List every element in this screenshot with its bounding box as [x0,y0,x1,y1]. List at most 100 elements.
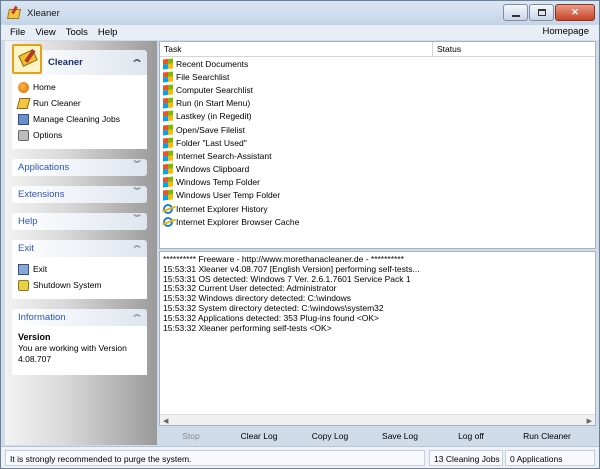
task-row[interactable]: Windows Temp Folder [160,176,595,189]
cleaner-panel-header[interactable]: Cleaner ︽ [12,44,147,75]
sidebar-item-home[interactable]: Home [18,79,141,95]
task-row[interactable]: Windows Clipboard [160,163,595,176]
horizontal-scrollbar[interactable]: ◀ ▶ [160,414,595,425]
maximize-icon [537,9,546,16]
chevron-up-icon[interactable]: ︽ [133,242,141,253]
windows-icon [163,58,173,70]
close-button[interactable]: ✕ [555,4,595,21]
task-name: Open/Save Filelist [176,124,245,135]
maximize-button[interactable] [529,4,554,21]
windows-icon [163,176,173,188]
column-header-status[interactable]: Status [433,42,593,56]
task-row[interactable]: Internet Explorer Browser Cache [160,215,595,228]
task-name: Internet Explorer Browser Cache [176,216,300,227]
task-row[interactable]: Lastkey (in Regedit) [160,110,595,123]
chevron-up-icon[interactable]: ︽ [133,56,141,67]
close-icon: ✕ [571,7,579,17]
sidebar-item-run-cleaner[interactable]: Run Cleaner [16,95,141,111]
stop-button[interactable]: Stop [159,431,223,441]
sidebar-item-options[interactable]: Options [18,127,141,143]
task-name: Lastkey (in Regedit) [176,111,252,122]
task-row[interactable]: Windows User Temp Folder [160,189,595,202]
sidebar: Cleaner ︽ Home Run Cleaner Manage Cleani… [5,41,157,445]
task-row[interactable]: Recent Documents [160,57,595,70]
log-lines: ********** Freeware - http://www.moretha… [160,252,595,333]
log-off-button[interactable]: Log off [435,431,507,441]
task-name: Internet Search-Assistant [176,150,272,161]
help-panel: Help ︾ [12,213,147,230]
save-log-button[interactable]: Save Log [365,431,435,441]
task-list-header: Task Status [160,42,595,57]
help-panel-header[interactable]: Help ︾ [12,213,147,230]
windows-icon [163,137,173,149]
windows-icon [163,97,173,109]
menu-view[interactable]: View [30,27,60,38]
information-panel-body: Version You are working with Version 4.0… [12,326,147,375]
menu-file[interactable]: File [1,27,30,38]
extensions-panel-header[interactable]: Extensions ︾ [12,186,147,203]
task-row[interactable]: Internet Search-Assistant [160,149,595,162]
windows-icon [163,110,173,122]
task-name: Recent Documents [176,58,249,69]
menu-tools[interactable]: Tools [61,27,93,38]
column-header-task[interactable]: Task [160,42,433,56]
app-window: Xleaner ✕ File View Tools Help Homepage … [0,0,600,469]
task-name: Folder "Last Used" [176,137,247,148]
applications-panel-header[interactable]: Applications ︾ [12,159,147,176]
chevron-down-icon[interactable]: ︾ [133,215,141,226]
chevron-down-icon[interactable]: ︾ [133,161,141,172]
cleaner-panel-title: Cleaner [48,57,83,68]
exit-icon [18,263,29,275]
chevron-down-icon[interactable]: ︾ [133,188,141,199]
scroll-left-icon[interactable]: ◀ [163,417,168,425]
windows-icon [163,124,173,136]
homepage-link[interactable]: Homepage [543,26,589,37]
sidebar-item-shutdown[interactable]: Shutdown System [18,277,141,293]
version-heading: Version [18,332,51,342]
task-name: Computer Searchlist [176,84,254,95]
task-row[interactable]: Folder "Last Used" [160,136,595,149]
task-name: Windows User Temp Folder [176,190,281,201]
task-row[interactable]: Open/Save Filelist [160,123,595,136]
task-name: Run (in Start Menu) [176,98,251,109]
task-row[interactable]: Run (in Start Menu) [160,97,595,110]
menu-bar: File View Tools Help Homepage [1,25,599,40]
exit-panel-header[interactable]: Exit ︽ [12,240,147,257]
sidebar-item-label: Exit [33,264,48,274]
chevron-up-icon[interactable]: ︽ [133,311,141,322]
task-row[interactable]: File Searchlist [160,70,595,83]
sidebar-item-label: Manage Cleaning Jobs [33,114,120,124]
minimize-button[interactable] [503,4,528,21]
task-list: Task Status Recent Documents File Searchl… [159,41,596,249]
sidebar-item-manage-jobs[interactable]: Manage Cleaning Jobs [18,111,141,127]
extensions-panel: Extensions ︾ [12,186,147,203]
ie-icon [163,216,173,227]
exit-panel-title: Exit [18,243,34,254]
status-bar: It is strongly recommended to purge the … [1,446,599,468]
title-bar[interactable]: Xleaner ✕ [1,1,599,25]
task-name: Windows Clipboard [176,164,250,175]
applications-panel: Applications ︾ [12,159,147,176]
sidebar-item-label: Shutdown System [33,280,102,290]
run-cleaner-button[interactable]: Run Cleaner [507,431,587,441]
scroll-right-icon[interactable]: ▶ [587,417,592,425]
task-row[interactable]: Internet Explorer History [160,202,595,215]
action-bar: Stop Clear Log Copy Log Save Log Log off… [159,428,596,444]
task-row[interactable]: Computer Searchlist [160,83,595,96]
version-number: 4.08.707 [18,354,52,364]
task-name: Internet Explorer History [176,203,268,214]
shutdown-icon [18,279,29,291]
sidebar-item-exit[interactable]: Exit [18,261,141,277]
menu-help[interactable]: Help [93,27,123,38]
cleaner-panel-body: Home Run Cleaner Manage Cleaning Jobs Op… [12,75,147,149]
clear-log-button[interactable]: Clear Log [223,431,295,441]
information-panel-header[interactable]: Information ︽ [12,309,147,326]
ie-icon [163,203,173,214]
log-line: 15:53:32 Xleaner performing self-tests <… [163,322,332,333]
sidebar-item-label: Run Cleaner [33,98,81,108]
task-name: File Searchlist [176,71,230,82]
copy-log-button[interactable]: Copy Log [295,431,365,441]
applications-panel-title: Applications [18,162,70,173]
windows-icon [163,84,173,96]
status-message: It is strongly recommended to purge the … [5,450,425,466]
